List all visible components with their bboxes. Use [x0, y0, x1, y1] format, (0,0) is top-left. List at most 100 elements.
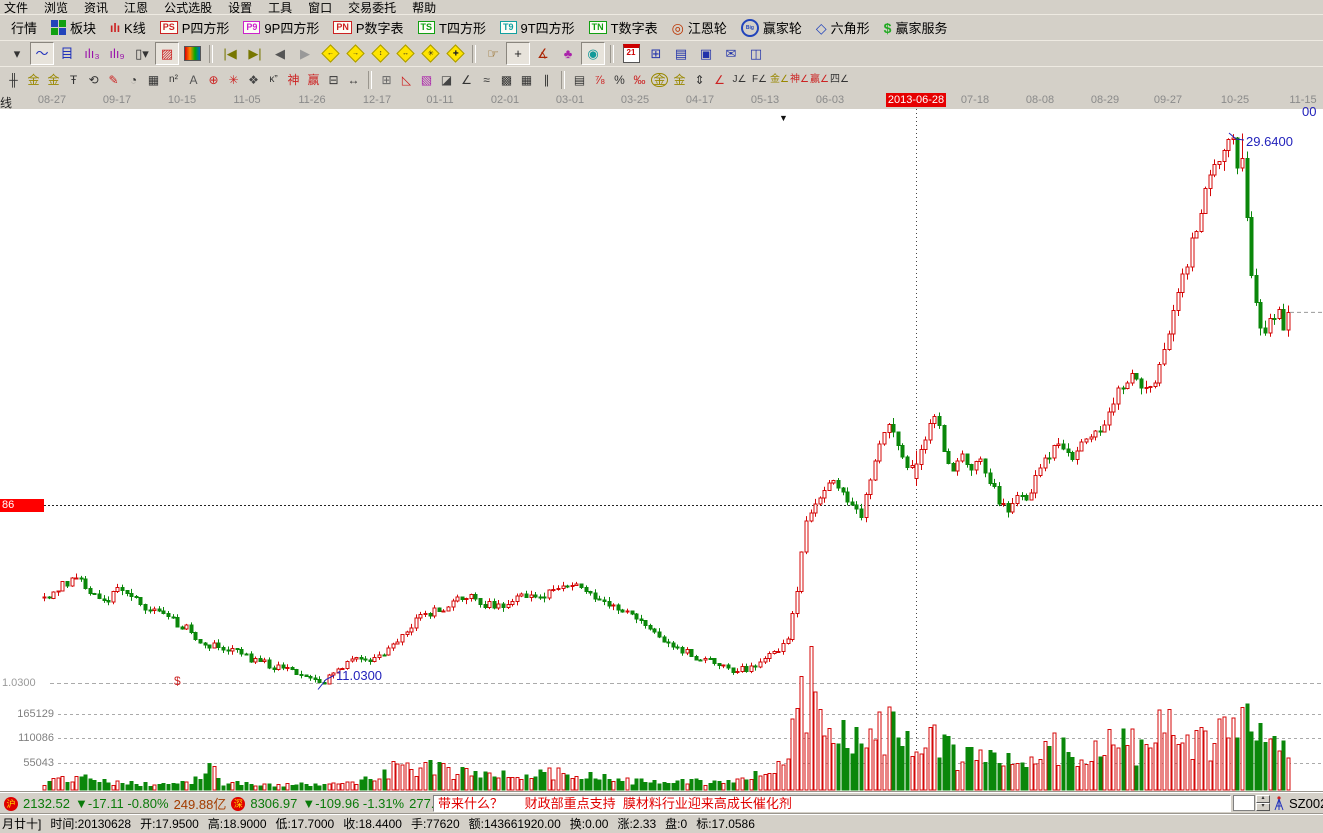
boxed-star-icon[interactable]: ❖ — [244, 70, 263, 90]
remote-link-icon[interactable]: ◫ — [744, 42, 768, 65]
percent78-icon[interactable]: ⅞ — [590, 70, 609, 90]
n2-icon[interactable]: n² — [164, 70, 183, 90]
p-square-button[interactable]: PSP四方形 — [154, 17, 236, 38]
brain-icon[interactable]: ◉ — [581, 42, 605, 65]
gold-grid2-icon[interactable]: 金 — [44, 70, 63, 90]
gold-angle-icon[interactable]: 金∠ — [770, 70, 789, 90]
spinner: ▴ ▾ — [1256, 795, 1270, 811]
low-line-label: 1.0300 — [2, 677, 36, 689]
info-list-icon[interactable]: 目 — [55, 42, 79, 65]
save-icon[interactable]: ▣ — [694, 42, 718, 65]
permille-icon[interactable]: ‰ — [630, 70, 649, 90]
angle-tool-icon[interactable]: ∡ — [531, 42, 555, 65]
bars3-cycle-icon[interactable]: ılı₃ — [80, 42, 104, 65]
9p-square-button[interactable]: P99P四方形 — [237, 17, 325, 38]
gold-line-icon[interactable]: 金 — [670, 70, 689, 90]
dense-grid-icon[interactable]: ▦ — [144, 70, 163, 90]
hexagon-button[interactable]: ◇六角形 — [810, 17, 876, 38]
red-angle-icon[interactable]: ∠ — [710, 70, 729, 90]
date-tick: 03-25 — [603, 94, 667, 106]
wave-icon[interactable]: ≈ — [477, 70, 496, 90]
star-burst-icon[interactable]: ✳ — [224, 70, 243, 90]
ying-tool-icon[interactable]: 赢 — [304, 70, 323, 90]
diamond-expand-icon[interactable]: ↔ — [393, 42, 417, 65]
hand-tool-icon[interactable]: ☞ — [481, 42, 505, 65]
shen-angle-icon[interactable]: 神∠ — [790, 70, 809, 90]
width-arrow-icon[interactable]: ↔ — [344, 70, 363, 90]
parallel-icon[interactable]: ∥ — [537, 70, 556, 90]
pen-icon[interactable]: ✎ — [104, 70, 123, 90]
winner-wheel-button-label: 赢家轮 — [763, 18, 802, 37]
spinner-down-button[interactable]: ▾ — [1256, 803, 1270, 811]
crosshair-tool-icon[interactable]: + — [506, 42, 530, 65]
t-table-button[interactable]: TNT数字表 — [583, 17, 664, 38]
gann-box-icon[interactable]: ▧ — [417, 70, 436, 90]
gann-wheel-icon: ◎ — [672, 22, 684, 34]
mirror-a-icon[interactable]: A — [184, 70, 203, 90]
news-ticker[interactable]: 带来什么？ 财政部重点支持 膜材料行业迎来高成长催化剂 — [433, 795, 1231, 812]
colorful-chart-icon[interactable] — [180, 42, 204, 65]
levels-icon[interactable]: ▤ — [570, 70, 589, 90]
zone-chart-icon[interactable]: 〜 — [30, 42, 54, 65]
gold-circle-icon[interactable]: 金 — [650, 70, 669, 90]
winner-service-button[interactable]: $赢家服务 — [878, 17, 954, 38]
spiral-icon[interactable]: ⟲ — [84, 70, 103, 90]
circle-cross-icon[interactable]: ⊕ — [204, 70, 223, 90]
diamond-move-icon[interactable]: ✚ — [443, 42, 467, 65]
gann-wheel-button[interactable]: ◎江恩轮 — [666, 17, 733, 38]
mail-icon[interactable]: ✉ — [719, 42, 743, 65]
grid-a-icon[interactable]: ▩ — [497, 70, 516, 90]
chart-canvas[interactable]: 86 1.0300 29.6400 11.0300 00 $ ▼ 1651291… — [0, 109, 1323, 792]
candle-style-icon[interactable]: ▯▾ — [130, 42, 154, 65]
calculator-icon[interactable]: ⊞ — [644, 42, 668, 65]
blocks-button[interactable]: 板块 — [45, 17, 102, 38]
frame-tool-icon[interactable]: ⊞ — [377, 70, 396, 90]
shade-box-icon[interactable]: ◪ — [437, 70, 456, 90]
high-annotation: 29.6400 — [1246, 134, 1293, 149]
clock-cycle-icon[interactable]: ◔ — [124, 70, 143, 90]
shen-tool-icon[interactable]: 神 — [284, 70, 303, 90]
first-page-icon[interactable]: |◀ — [218, 42, 242, 65]
diamond-burst-icon[interactable]: ✳ — [418, 42, 442, 65]
9t-square-button[interactable]: T99T四方形 — [494, 17, 581, 38]
shen-tool-icon-glyph: 神 — [287, 74, 299, 86]
p-table-button[interactable]: PNP数字表 — [327, 17, 409, 38]
quote-button-label: 行情 — [11, 18, 37, 37]
ruler-icon[interactable]: ⊟ — [324, 70, 343, 90]
diamond-right-icon[interactable]: → — [343, 42, 367, 65]
si-angle-icon[interactable]: 四∠ — [830, 70, 849, 90]
calendar-icon[interactable]: 21 — [619, 42, 643, 65]
pattern-icon[interactable]: ▨ — [155, 42, 179, 65]
ying-angle-icon[interactable]: 赢∠ — [810, 70, 829, 90]
bars9-cycle-icon[interactable]: ılı₉ — [105, 42, 129, 65]
gold-grid-icon[interactable]: 金 — [24, 70, 43, 90]
grid-b-icon[interactable]: ▦ — [517, 70, 536, 90]
last-page-icon[interactable]: ▶| — [243, 42, 267, 65]
diamond-left-icon[interactable]: ← — [318, 42, 342, 65]
dollar-icon: $ — [884, 22, 892, 34]
quote-button[interactable]: 行情 — [5, 17, 43, 38]
gann-flower-icon[interactable]: ♣ — [556, 42, 580, 65]
toolbar-separator — [209, 45, 213, 63]
winner-wheel-button[interactable]: Big赢家轮 — [735, 17, 808, 38]
updown-icon[interactable]: ⇕ — [690, 70, 709, 90]
toolbar-dropdown-icon[interactable]: ▾ — [5, 42, 29, 65]
k-quote-icon[interactable]: ĸ” — [264, 70, 283, 90]
trend-angle-icon[interactable]: ∠ — [457, 70, 476, 90]
parallel-icon-glyph: ∥ — [544, 74, 550, 86]
notes-icon[interactable]: ▤ — [669, 42, 693, 65]
j-angle-icon[interactable]: J∠ — [730, 70, 749, 90]
gann-grid-icon[interactable]: ╫ — [4, 70, 23, 90]
spinner-up-button[interactable]: ▴ — [1256, 795, 1270, 803]
t-square-button[interactable]: TST四方形 — [412, 17, 492, 38]
diamond-updown-icon[interactable]: ↕ — [368, 42, 392, 65]
kline-button[interactable]: ılıK线 — [104, 17, 152, 38]
next-page-icon[interactable]: ▶ — [293, 42, 317, 65]
fan-lines-icon[interactable]: ◺ — [397, 70, 416, 90]
f-grid-icon[interactable]: Ŧ — [64, 70, 83, 90]
prev-page-icon[interactable]: ◀ — [268, 42, 292, 65]
shenzhen-index-change: ▼-109.96 -1.31% — [302, 796, 404, 811]
value-box[interactable] — [1233, 795, 1255, 811]
percent-icon[interactable]: % — [610, 70, 629, 90]
f-angle-icon[interactable]: F∠ — [750, 70, 769, 90]
